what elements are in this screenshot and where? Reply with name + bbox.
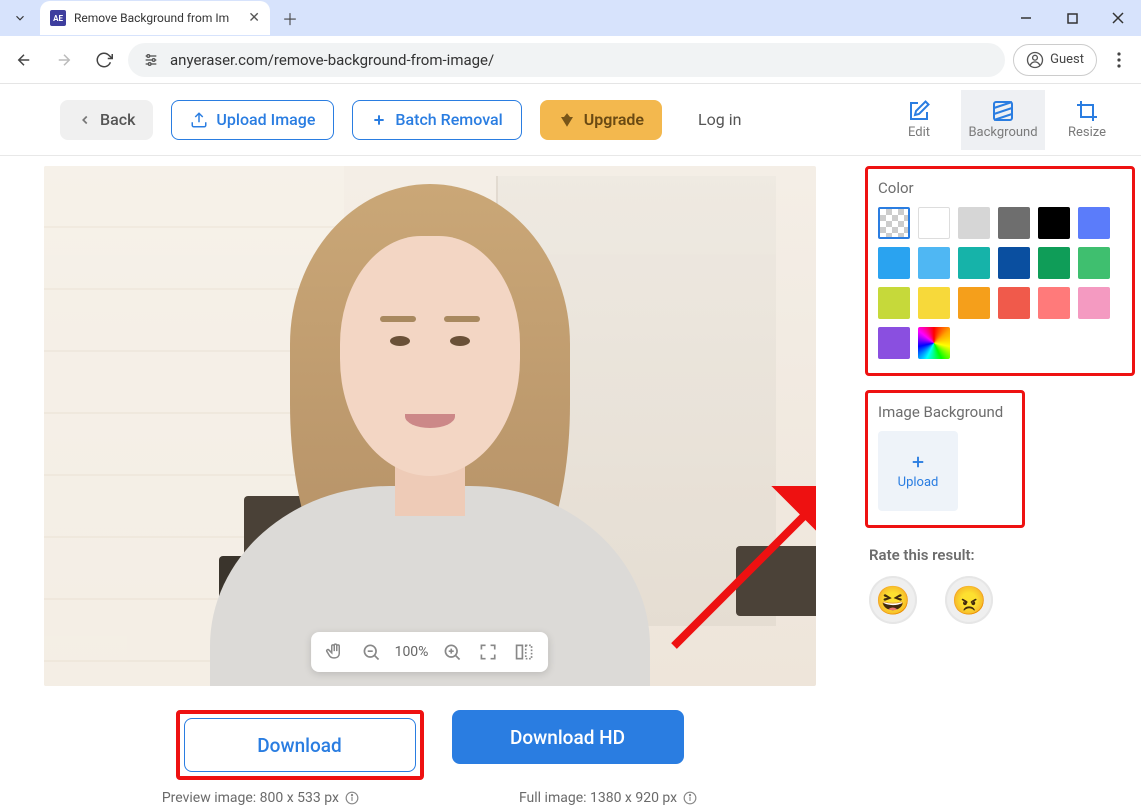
preview-canvas[interactable]: 100% [44, 166, 816, 686]
download-highlight-box: Download [176, 710, 424, 780]
browser-titlebar: AE Remove Background from Im ✕ ＋ [0, 0, 1141, 36]
color-swatch[interactable] [878, 327, 910, 359]
upgrade-label: Upgrade [584, 110, 644, 129]
color-swatch[interactable] [1078, 247, 1110, 279]
image-bg-title: Image Background [878, 403, 1012, 421]
plus-icon [371, 112, 387, 128]
url-text: anyeraser.com/remove-background-from-ima… [170, 51, 494, 69]
login-link[interactable]: Log in [698, 110, 741, 129]
color-swatch[interactable] [878, 287, 910, 319]
nav-back-button[interactable] [8, 44, 40, 76]
color-swatch[interactable] [918, 327, 950, 359]
side-panel: Color Image Background Upload Rate this … [859, 156, 1141, 806]
zoom-level: 100% [395, 644, 429, 660]
foreground-person [200, 166, 660, 686]
color-swatch[interactable] [918, 207, 950, 239]
info-icon[interactable] [345, 791, 359, 805]
color-swatch[interactable] [1038, 287, 1070, 319]
color-swatch[interactable] [878, 207, 910, 239]
close-tab-icon[interactable]: ✕ [248, 10, 260, 26]
tool-background-label: Background [968, 125, 1037, 140]
canvas-controls: 100% [311, 632, 549, 672]
full-dimensions: Full image: 1380 x 920 px [519, 790, 697, 806]
compare-icon[interactable] [512, 640, 536, 664]
image-background-panel: Image Background Upload [865, 390, 1025, 528]
tool-edit[interactable]: Edit [877, 90, 961, 150]
color-swatch[interactable] [1038, 247, 1070, 279]
color-swatch[interactable] [878, 247, 910, 279]
fullscreen-icon[interactable] [476, 640, 500, 664]
info-icon[interactable] [683, 791, 697, 805]
pan-tool-icon[interactable] [323, 640, 347, 664]
background-icon [991, 99, 1015, 123]
profile-label: Guest [1050, 52, 1084, 67]
upload-image-label: Upload Image [216, 110, 315, 129]
window-close-button[interactable] [1095, 0, 1141, 36]
upload-image-button[interactable]: Upload Image [171, 100, 334, 140]
rate-title: Rate this result: [869, 546, 1135, 564]
batch-removal-button[interactable]: Batch Removal [352, 100, 521, 140]
site-settings-icon[interactable] [142, 51, 160, 69]
browser-menu-button[interactable] [1105, 44, 1133, 76]
rate-happy-button[interactable]: 😆 [869, 576, 917, 624]
back-button[interactable]: Back [60, 100, 153, 140]
upload-background-label: Upload [898, 475, 939, 490]
profile-button[interactable]: Guest [1013, 44, 1097, 76]
color-swatch[interactable] [1038, 207, 1070, 239]
color-swatches [878, 207, 1122, 359]
edit-icon [907, 99, 931, 123]
color-panel: Color [865, 166, 1135, 376]
tab-title: Remove Background from Im [74, 11, 240, 25]
color-swatch[interactable] [958, 247, 990, 279]
window-minimize-button[interactable] [1003, 0, 1049, 36]
tab-dropdown-button[interactable] [6, 4, 34, 32]
diamond-icon [558, 111, 576, 129]
tool-background[interactable]: Background [961, 90, 1045, 150]
browser-address-bar: anyeraser.com/remove-background-from-ima… [0, 36, 1141, 84]
window-maximize-button[interactable] [1049, 0, 1095, 36]
zoom-in-icon[interactable] [440, 640, 464, 664]
zoom-out-icon[interactable] [359, 640, 383, 664]
nav-reload-button[interactable] [88, 44, 120, 76]
color-swatch[interactable] [1078, 287, 1110, 319]
back-button-label: Back [100, 110, 135, 129]
plus-icon [909, 453, 927, 471]
rate-angry-button[interactable]: 😠 [945, 576, 993, 624]
upload-icon [190, 111, 208, 129]
nav-forward-button[interactable] [48, 44, 80, 76]
color-swatch[interactable] [918, 247, 950, 279]
app-toolbar: Back Upload Image Batch Removal Upgrade … [0, 84, 1141, 156]
url-input[interactable]: anyeraser.com/remove-background-from-ima… [128, 43, 1005, 77]
color-swatch[interactable] [998, 207, 1030, 239]
tab-favicon: AE [50, 10, 66, 26]
color-swatch[interactable] [998, 247, 1030, 279]
tool-resize-label: Resize [1068, 125, 1106, 140]
tool-edit-label: Edit [908, 125, 930, 140]
resize-icon [1075, 99, 1099, 123]
download-hd-button[interactable]: Download HD [452, 710, 684, 764]
color-swatch[interactable] [998, 287, 1030, 319]
color-swatch[interactable] [1078, 207, 1110, 239]
download-button[interactable]: Download [184, 718, 416, 772]
upload-background-button[interactable]: Upload [878, 431, 958, 511]
tool-resize[interactable]: Resize [1045, 90, 1129, 150]
browser-tab-active[interactable]: AE Remove Background from Im ✕ [40, 1, 270, 35]
color-swatch[interactable] [958, 287, 990, 319]
background-box [736, 546, 816, 616]
upgrade-button[interactable]: Upgrade [540, 100, 662, 140]
color-swatch[interactable] [958, 207, 990, 239]
batch-removal-label: Batch Removal [395, 110, 502, 129]
new-tab-button[interactable]: ＋ [276, 4, 304, 32]
preview-dimensions: Preview image: 800 x 533 px [162, 790, 359, 806]
color-swatch[interactable] [918, 287, 950, 319]
color-panel-title: Color [878, 179, 1122, 197]
